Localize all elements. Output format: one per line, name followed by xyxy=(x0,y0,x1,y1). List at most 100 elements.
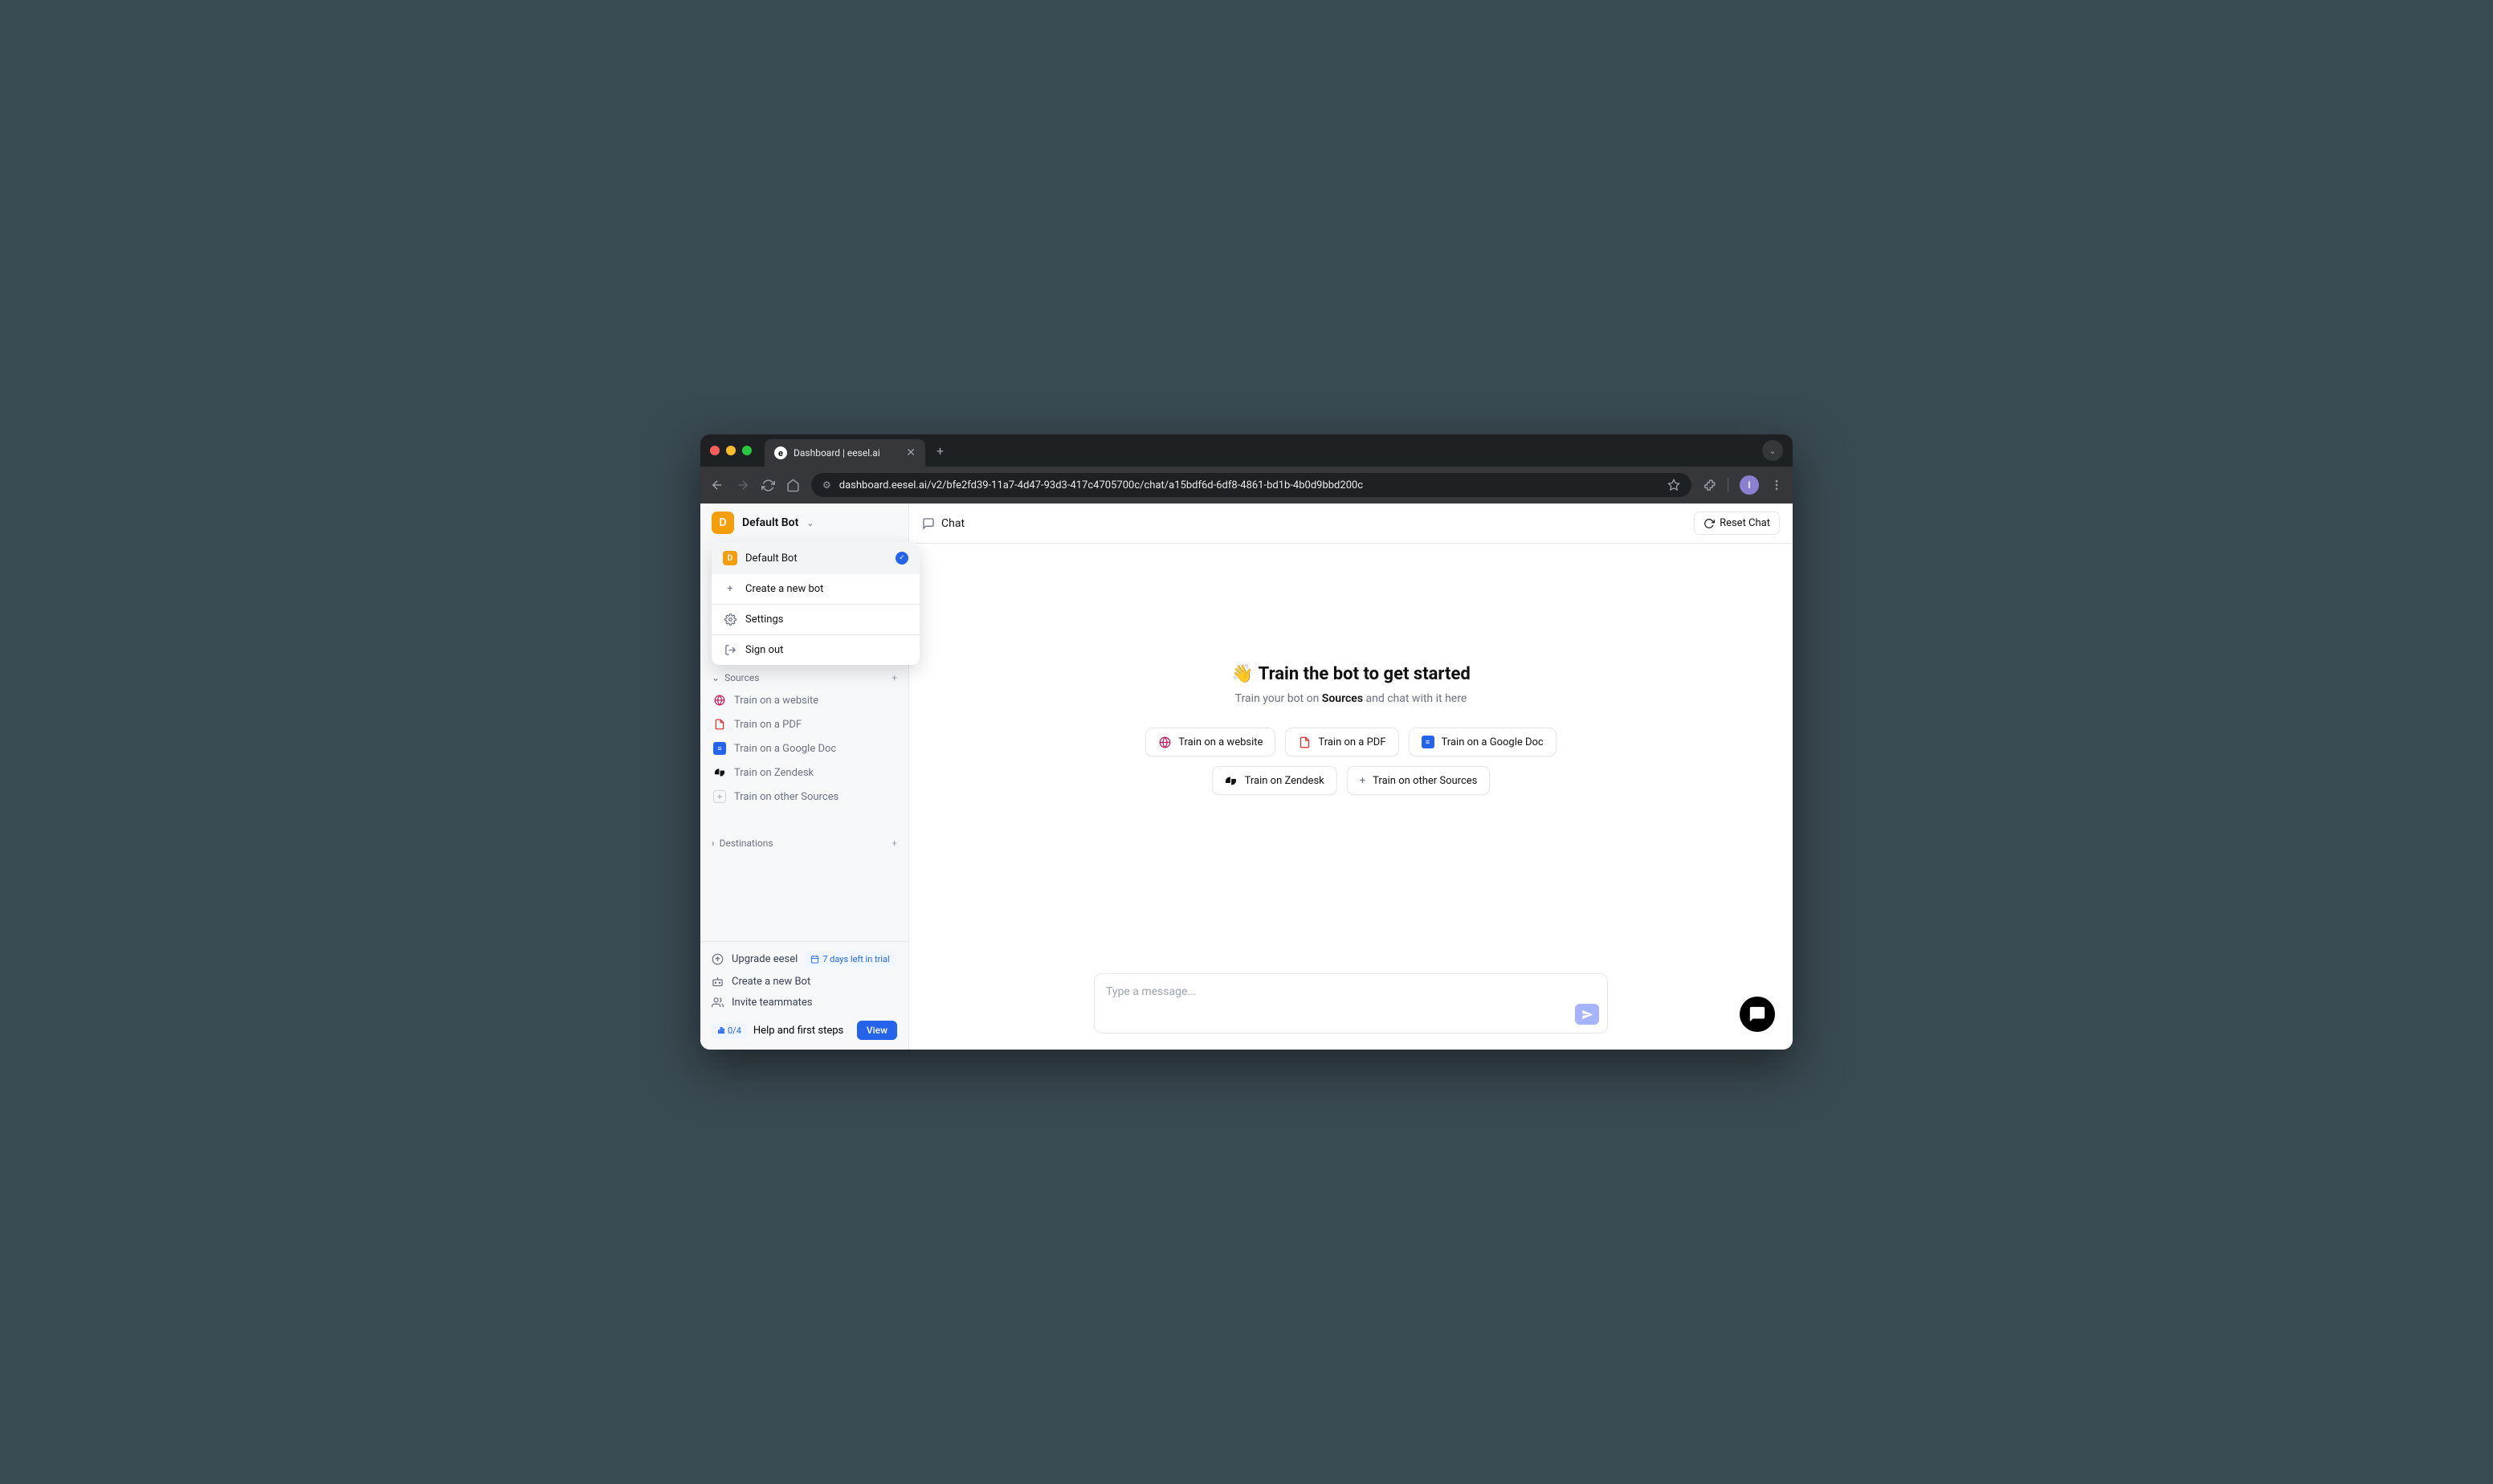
chip-label: Train on a PDF xyxy=(1318,736,1385,748)
bot-dropdown: D Default Bot ✓ + Create a new bot Setti… xyxy=(712,542,920,665)
chip-label: Train on Zendesk xyxy=(1245,775,1324,787)
invite-link[interactable]: Invite teammates xyxy=(712,997,897,1009)
intercom-icon xyxy=(1748,1005,1766,1023)
chip-label: Train on other Sources xyxy=(1373,775,1477,787)
chip-label: Train on a Google Doc xyxy=(1442,736,1544,748)
steps-icon xyxy=(717,1026,725,1034)
window-minimize[interactable] xyxy=(726,446,736,455)
plus-icon: + xyxy=(723,583,737,595)
url-text: dashboard.eesel.ai/v2/bfe2fd39-11a7-4d47… xyxy=(839,479,1659,491)
site-settings-icon[interactable]: ⚙ xyxy=(822,479,831,491)
dropdown-create-bot[interactable]: + Create a new bot xyxy=(712,574,920,604)
chip-train-other[interactable]: + Train on other Sources xyxy=(1347,766,1491,795)
dropdown-item-default-bot[interactable]: D Default Bot ✓ xyxy=(712,542,920,574)
plus-icon: + xyxy=(1360,775,1365,787)
sidebar-item-label: Train on a Google Doc xyxy=(734,743,836,755)
tab-favicon: e xyxy=(774,446,787,459)
send-icon xyxy=(1581,1009,1593,1021)
window-close[interactable] xyxy=(710,446,720,455)
destinations-section-header[interactable]: › Destinations + xyxy=(712,833,897,854)
dropdown-settings[interactable]: Settings xyxy=(712,605,920,634)
dropdown-bot-label: Default Bot xyxy=(745,552,798,565)
wave-emoji: 👋 xyxy=(1231,664,1253,684)
bot-name: Default Bot xyxy=(742,516,798,529)
create-bot-label: Create a new Bot xyxy=(732,976,810,988)
progress-badge: 0/4 xyxy=(712,1023,747,1038)
zendesk-icon xyxy=(1225,774,1238,787)
sidebar-item-label: Train on other Sources xyxy=(734,791,838,803)
pdf-icon xyxy=(1298,736,1311,748)
zendesk-icon xyxy=(713,766,726,779)
dropdown-create-label: Create a new bot xyxy=(745,583,823,595)
subline: Train your bot on Sources and chat with … xyxy=(1235,692,1467,705)
tab-close-icon[interactable]: ✕ xyxy=(906,446,916,459)
chevron-right-icon: › xyxy=(712,838,715,849)
pdf-icon xyxy=(713,718,726,731)
chevron-down-icon: ⌄ xyxy=(806,518,814,528)
chip-train-zendesk[interactable]: Train on Zendesk xyxy=(1212,766,1337,795)
message-input-container xyxy=(1094,973,1608,1034)
tab-title: Dashboard | eesel.ai xyxy=(794,447,900,459)
sidebar-item-gdoc[interactable]: ≡ Train on a Google Doc xyxy=(712,736,897,760)
reload-icon[interactable] xyxy=(761,479,775,492)
sidebar-item-pdf[interactable]: Train on a PDF xyxy=(712,712,897,736)
headline: 👋 Train the bot to get started xyxy=(1231,664,1470,684)
add-destination-icon[interactable]: + xyxy=(892,838,897,849)
window-maximize[interactable] xyxy=(742,446,752,455)
plus-icon: + xyxy=(713,790,726,803)
reset-chat-button[interactable]: Reset Chat xyxy=(1694,512,1780,535)
users-icon xyxy=(712,997,724,1009)
gear-icon xyxy=(723,614,737,626)
sidebar-item-other[interactable]: + Train on other Sources xyxy=(712,785,897,809)
reset-icon xyxy=(1703,518,1715,529)
intercom-launcher[interactable] xyxy=(1740,997,1775,1032)
browser-menu-icon[interactable] xyxy=(1770,479,1783,491)
browser-tab[interactable]: e Dashboard | eesel.ai ✕ xyxy=(765,439,925,467)
globe-icon xyxy=(713,694,726,707)
sidebar-item-website[interactable]: Train on a website xyxy=(712,688,897,712)
dropdown-signout[interactable]: Sign out xyxy=(712,635,920,665)
upgrade-label: Upgrade eesel xyxy=(732,953,798,965)
chip-train-gdoc[interactable]: ≡ Train on a Google Doc xyxy=(1409,728,1557,756)
chip-train-website[interactable]: Train on a website xyxy=(1145,728,1275,756)
extensions-icon[interactable] xyxy=(1703,479,1716,492)
dropdown-signout-label: Sign out xyxy=(745,644,783,656)
signout-icon xyxy=(723,644,737,656)
back-icon[interactable] xyxy=(710,478,724,492)
bot-mini-avatar: D xyxy=(723,551,737,565)
help-label: Help and first steps xyxy=(753,1025,843,1037)
sidebar-item-label: Train on a website xyxy=(734,695,818,707)
url-bar[interactable]: ⚙ dashboard.eesel.ai/v2/bfe2fd39-11a7-4d… xyxy=(811,473,1691,497)
sources-section-header[interactable]: ⌄ Sources + xyxy=(712,667,897,688)
check-icon: ✓ xyxy=(896,552,908,565)
forward-icon[interactable] xyxy=(736,478,750,492)
gdoc-icon: ≡ xyxy=(713,742,726,755)
bot-avatar: D xyxy=(712,512,734,534)
profile-avatar[interactable]: I xyxy=(1740,475,1759,495)
add-source-icon[interactable]: + xyxy=(892,672,897,683)
create-bot-link[interactable]: Create a new Bot xyxy=(712,976,897,988)
invite-label: Invite teammates xyxy=(732,997,813,1009)
bot-selector[interactable]: D Default Bot ⌄ xyxy=(700,503,908,542)
destinations-label: Destinations xyxy=(720,838,773,849)
send-button[interactable] xyxy=(1575,1004,1599,1025)
chip-train-pdf[interactable]: Train on a PDF xyxy=(1285,728,1398,756)
sidebar-item-zendesk[interactable]: Train on Zendesk xyxy=(712,760,897,785)
sidebar-item-label: Train on Zendesk xyxy=(734,767,814,779)
chat-icon xyxy=(922,517,935,530)
trial-badge: 7 days left in trial xyxy=(805,952,895,967)
chevron-down-icon: ⌄ xyxy=(712,672,720,683)
home-icon[interactable] xyxy=(786,479,800,492)
gdoc-icon: ≡ xyxy=(1422,736,1434,748)
message-input[interactable] xyxy=(1106,985,1596,1011)
sidebar-item-label: Train on a PDF xyxy=(734,719,802,731)
chat-title: Chat xyxy=(941,517,965,530)
chip-label: Train on a website xyxy=(1178,736,1263,748)
new-tab-button[interactable]: + xyxy=(936,443,944,459)
bookmark-icon[interactable] xyxy=(1667,479,1680,491)
view-button[interactable]: View xyxy=(857,1021,897,1040)
upgrade-link[interactable]: Upgrade eesel 7 days left in trial xyxy=(712,952,897,967)
tabs-dropdown-icon[interactable]: ⌄ xyxy=(1762,440,1783,461)
bot-icon xyxy=(712,976,724,988)
calendar-icon xyxy=(810,955,819,964)
